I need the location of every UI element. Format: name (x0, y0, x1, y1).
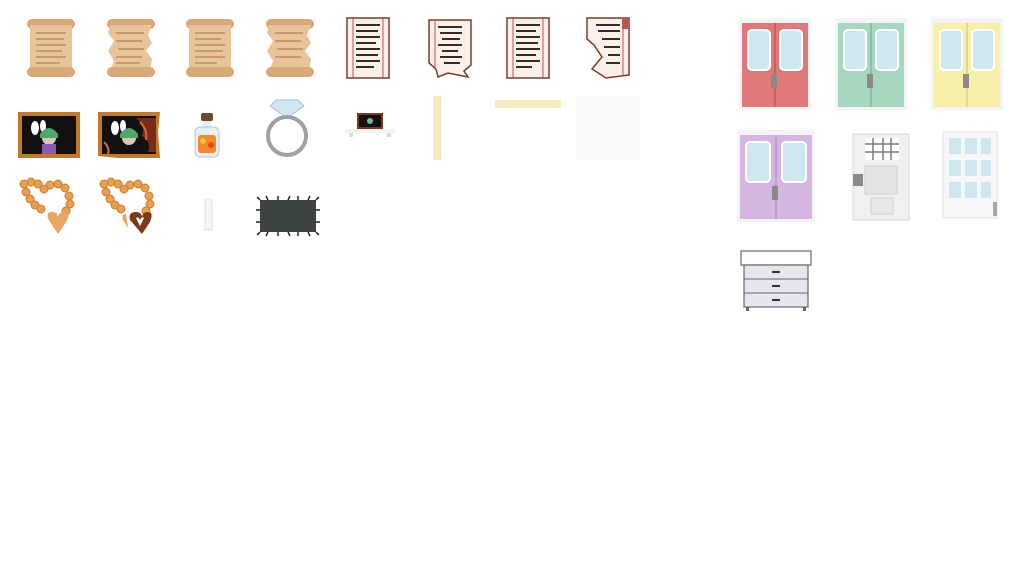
purple-double-door-icon (737, 130, 815, 222)
scroll-torn-2-icon (263, 17, 317, 79)
yellow-double-door-icon (931, 18, 1003, 110)
paper-page-torn-2-icon (586, 17, 630, 79)
paper-page-torn-1-icon (428, 19, 472, 79)
framed-portrait-icon (18, 112, 80, 158)
paper-page-intact-1-icon (346, 17, 390, 79)
vertical-paper-strip-icon (432, 96, 442, 160)
scroll-intact-1-icon (24, 17, 78, 79)
red-double-door-icon (739, 18, 811, 110)
small-white-paper-icon (202, 198, 214, 234)
dark-fuzzy-rug-icon (256, 195, 320, 237)
green-double-door-icon (835, 18, 907, 110)
bead-necklace-heart-icon (18, 177, 78, 240)
white-door-with-glass-panes-icon (941, 130, 999, 220)
scroll-intact-2-icon (183, 17, 237, 79)
blank-white-card-icon (576, 96, 640, 160)
bead-necklace-broken-heart-icon (98, 177, 158, 240)
jar-of-candies-icon (193, 113, 221, 159)
scroll-torn-1-icon (104, 17, 158, 79)
white-door-with-grille-window-icon (851, 132, 911, 222)
framed-portrait-burned-icon (98, 112, 160, 158)
diamond-ring-icon (264, 96, 310, 158)
horizontal-paper-strip-icon (495, 98, 561, 110)
white-drawer-cabinet-icon (740, 250, 812, 312)
paper-page-intact-2-icon (506, 17, 550, 79)
small-portrait-on-shelf-icon (345, 113, 395, 137)
